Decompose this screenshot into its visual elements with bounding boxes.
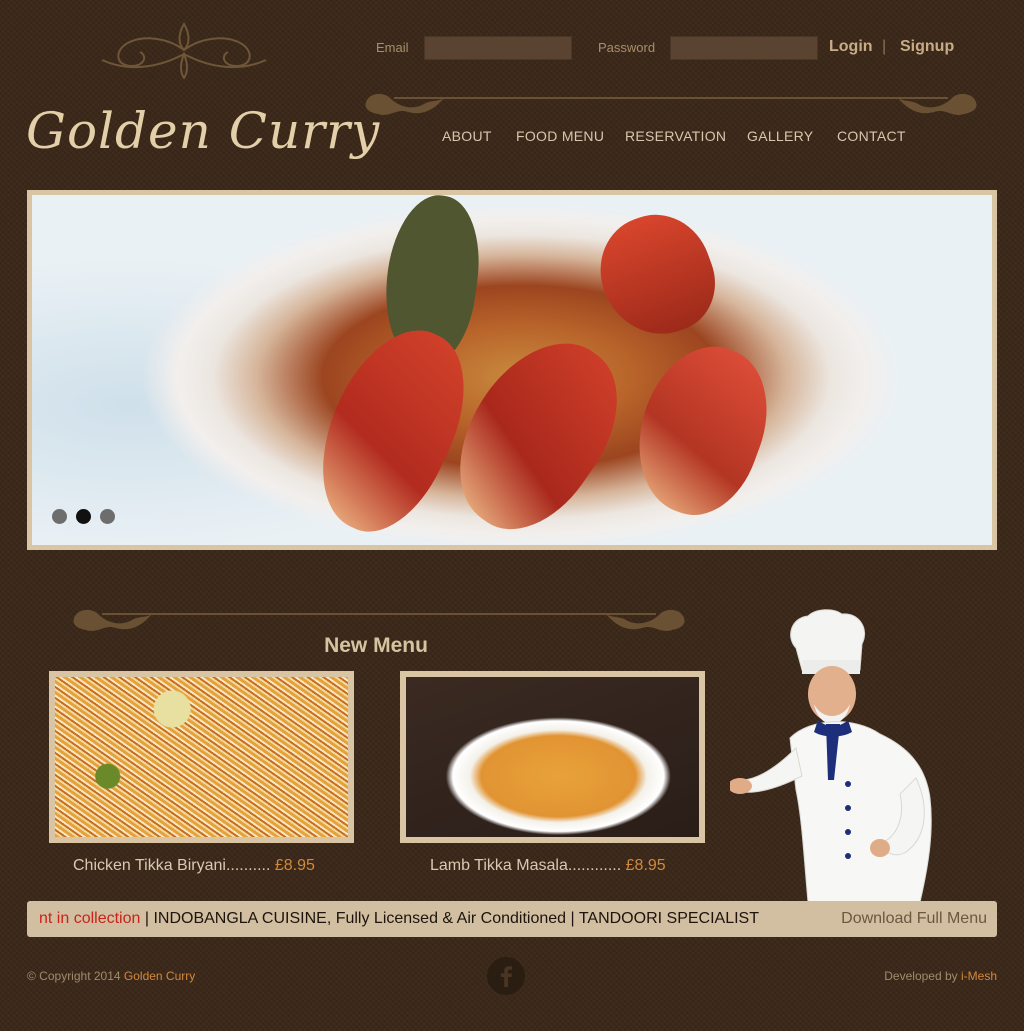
prawn: [584, 199, 730, 351]
copyright-text: © Copyright 2014: [27, 969, 124, 983]
slider-dots: [52, 509, 124, 529]
dish-name: Lamb Tikka Masala: [430, 857, 568, 874]
brand-logo[interactable]: Golden Curry: [26, 92, 379, 170]
hero-image-prawn-curry: [32, 195, 992, 545]
copyright-brand-link[interactable]: Golden Curry: [124, 969, 195, 983]
nav-gallery[interactable]: GALLERY: [747, 128, 813, 144]
prawn: [426, 315, 648, 545]
dish-price: £8.95: [274, 857, 315, 874]
dish-name: Chicken Tikka Biryani: [73, 857, 226, 874]
dish-price: £8.95: [625, 857, 666, 874]
password-field[interactable]: [670, 36, 818, 60]
slider-dot[interactable]: [52, 509, 67, 524]
email-field[interactable]: [424, 36, 572, 60]
prawn: [616, 329, 788, 531]
ornament-flourish: [101, 22, 267, 80]
ticker-text: nt in collection | INDOBANGLA CUISINE, F…: [39, 910, 759, 928]
dish-dots: ............: [567, 857, 622, 874]
download-full-menu-link[interactable]: Download Full Menu: [831, 910, 987, 928]
menu-card-biryani[interactable]: [49, 671, 354, 843]
menu-card-masala[interactable]: [400, 671, 705, 843]
facebook-icon[interactable]: [487, 957, 525, 995]
nav-divider-ornament: [365, 93, 977, 115]
nav-reservation[interactable]: RESERVATION: [625, 128, 726, 144]
chef-illustration: [730, 609, 932, 902]
auth-separator: |: [882, 38, 887, 55]
dish-dots: ..........: [225, 857, 271, 874]
new-menu-heading: New Menu: [324, 634, 428, 657]
menu-item-masala: Lamb Tikka Masala............ £8.95: [430, 857, 666, 875]
signup-link[interactable]: Signup: [900, 38, 954, 56]
developer-link[interactable]: i-Mesh: [961, 969, 997, 983]
developer-credit: Developed by i-Mesh: [884, 969, 997, 983]
facebook-glyph: [501, 966, 513, 987]
email-label: Email: [376, 40, 409, 55]
copyright: © Copyright 2014 Golden Curry: [27, 969, 195, 983]
lamb-tikka-masala-image: [406, 677, 699, 837]
nav-food-menu[interactable]: FOOD MENU: [516, 128, 604, 144]
news-ticker: nt in collection | INDOBANGLA CUISINE, F…: [27, 901, 997, 937]
ticker-highlight: nt in collection: [39, 910, 141, 927]
nav-contact[interactable]: CONTACT: [837, 128, 906, 144]
login-link[interactable]: Login: [829, 38, 873, 56]
hero-slider: [27, 190, 997, 550]
chicken-tikka-biryani-image: [55, 677, 348, 837]
menu-item-biryani: Chicken Tikka Biryani.......... £8.95: [73, 857, 315, 875]
nav-about[interactable]: ABOUT: [442, 128, 492, 144]
password-label: Password: [598, 40, 656, 55]
slider-dot[interactable]: [76, 509, 91, 524]
ticker-message: | INDOBANGLA CUISINE, Fully Licensed & A…: [140, 910, 759, 927]
prawn: [293, 309, 491, 545]
slider-dot[interactable]: [100, 509, 115, 524]
developed-text: Developed by: [884, 969, 961, 983]
